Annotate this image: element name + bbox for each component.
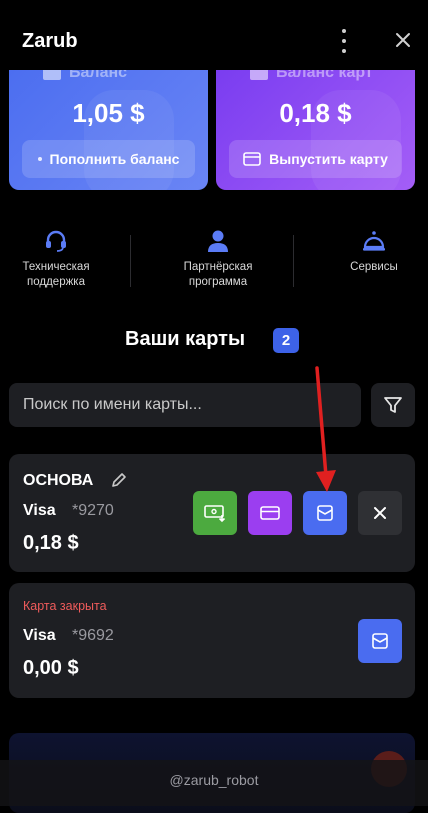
card-statement-button[interactable] [303, 491, 347, 535]
statement-icon [372, 633, 388, 649]
card-balance: 0,18 $ [23, 532, 79, 554]
balance-card: Баланс 1,05 $ Пополнить баланс [9, 70, 208, 190]
partner-program-action[interactable]: Партнёрская программа [154, 228, 282, 290]
close-icon[interactable] [393, 30, 413, 50]
dot-icon [37, 157, 42, 161]
top-up-card-button[interactable] [193, 491, 237, 535]
user-icon [208, 230, 228, 252]
cards-balance-label: Баланс карт [276, 70, 373, 81]
card-brand: Visa [23, 502, 56, 519]
top-up-icon [204, 505, 226, 523]
card-icon [250, 70, 268, 80]
card-balance: 0,00 $ [23, 657, 79, 679]
divider [293, 235, 294, 287]
card-details-icon [260, 506, 280, 520]
top-up-balance-button[interactable]: Пополнить баланс [22, 140, 195, 178]
support-action[interactable]: Техническая поддержка [0, 228, 120, 290]
credit-card-icon [243, 152, 261, 166]
card-brand: Visa [23, 627, 56, 644]
balance-amount: 1,05 $ [72, 98, 145, 128]
services-label: Сервисы [350, 261, 398, 273]
cards-balance-card: Баланс карт 0,18 $ Выпустить карту [216, 70, 415, 190]
divider [130, 235, 131, 287]
balance-label: Баланс [69, 70, 128, 81]
headset-icon [46, 230, 66, 252]
card-number-mask: *9692 [72, 627, 114, 644]
card-details-button[interactable] [248, 491, 292, 535]
bot-handle-footer: @zarub_robot [0, 760, 428, 806]
services-action[interactable]: Сервисы [310, 228, 428, 275]
service-bell-icon [363, 231, 385, 251]
card-statement-button[interactable] [358, 619, 402, 663]
card-number-mask: *9270 [72, 502, 114, 519]
card-closed-status: Карта закрыта [23, 599, 107, 613]
edit-pencil-icon[interactable] [110, 471, 128, 489]
card-name: ОСНОВА [23, 472, 94, 489]
card-search-input[interactable] [9, 383, 361, 427]
card-item[interactable]: ОСНОВА Visa *9270 0,18 $ [9, 454, 415, 572]
more-menu-icon[interactable] [336, 29, 352, 53]
filter-button[interactable] [371, 383, 415, 427]
card-item[interactable]: Карта закрыта Visa *9692 0,00 $ [9, 583, 415, 698]
statement-icon [317, 505, 333, 521]
section-title: Ваши карты [125, 328, 246, 350]
close-icon [374, 507, 386, 519]
app-title: Zarub [22, 30, 78, 52]
close-card-button[interactable] [358, 491, 402, 535]
filter-icon [384, 397, 402, 413]
wallet-icon [43, 70, 61, 80]
cards-balance-amount: 0,18 $ [279, 98, 352, 128]
cards-count-badge: 2 [273, 328, 299, 353]
issue-card-button[interactable]: Выпустить карту [229, 140, 402, 178]
partner-program-label: Партнёрская программа [183, 261, 253, 288]
top-up-balance-label: Пополнить баланс [49, 151, 180, 167]
issue-card-label: Выпустить карту [269, 151, 388, 167]
support-label: Техническая поддержка [22, 261, 90, 288]
